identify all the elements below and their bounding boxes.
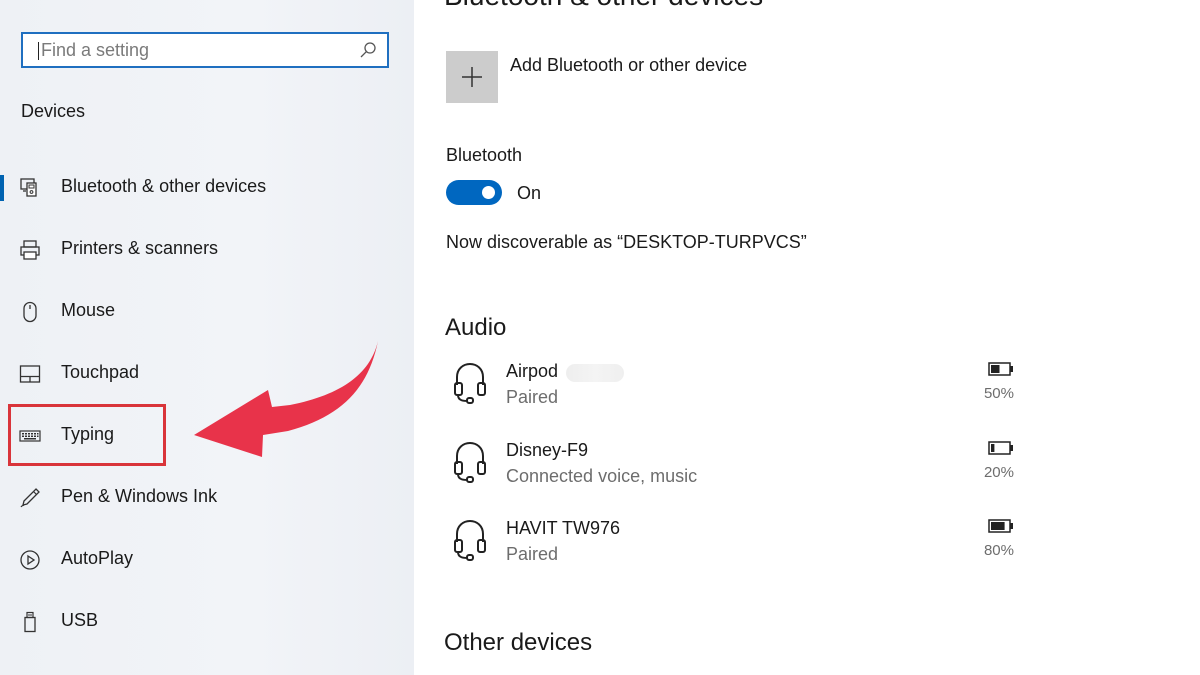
- redacted-text: [566, 364, 624, 382]
- annotation-arrow-icon: [194, 341, 378, 457]
- battery-icon: [988, 519, 1013, 533]
- audio-section-title: Audio: [445, 314, 507, 341]
- sidebar-item-label: Bluetooth & other devices: [61, 176, 267, 196]
- device-status: Connected voice, music: [506, 466, 698, 486]
- usb-icon: [24, 611, 36, 633]
- battery-fill: [991, 522, 1005, 530]
- sidebar-item-label: AutoPlay: [61, 548, 134, 568]
- sidebar-item-bluetooth[interactable]: Bluetooth & other devices: [0, 163, 414, 213]
- mouse-icon: [23, 301, 37, 323]
- device-status: Paired: [506, 387, 559, 407]
- bluetooth-state-label: On: [517, 183, 542, 203]
- section-title: Devices: [21, 101, 86, 121]
- battery-percent: 20%: [983, 464, 1014, 481]
- sidebar-item-printers[interactable]: Printers & scanners: [0, 225, 414, 275]
- audio-device-row[interactable]: Disney-F9 Connected voice, music 20%: [446, 440, 1026, 510]
- sidebar-item-label: Mouse: [61, 300, 116, 320]
- headphones-icon: [454, 441, 486, 483]
- selected-indicator: [0, 175, 4, 201]
- search-icon[interactable]: [359, 41, 377, 59]
- add-device-label[interactable]: Add Bluetooth or other device: [510, 55, 747, 76]
- bluetooth-devices-icon: [20, 178, 37, 197]
- discoverable-text: Now discoverable as “DESKTOP-TURPVCS”: [446, 232, 807, 252]
- other-devices-title: Other devices: [444, 629, 593, 656]
- search-input[interactable]: [39, 34, 351, 66]
- sidebar-item-autoplay[interactable]: AutoPlay: [0, 535, 414, 585]
- sidebar-item-label: USB: [61, 610, 99, 630]
- sidebar-item-usb[interactable]: USB: [0, 597, 414, 647]
- headphones-icon: [454, 519, 486, 561]
- battery-fill: [991, 365, 1000, 373]
- device-name: Airpod: [506, 361, 559, 381]
- printer-icon: [20, 240, 40, 260]
- annotation-highlight-box: [8, 404, 166, 466]
- sidebar-item-label: Touchpad: [61, 362, 140, 382]
- battery-icon: [988, 441, 1013, 455]
- sidebar-item-label: Pen & Windows Ink: [61, 486, 218, 506]
- battery-percent: 80%: [983, 542, 1014, 559]
- toggle-knob: [482, 186, 495, 199]
- device-name: HAVIT TW976: [506, 518, 621, 538]
- autoplay-icon: [20, 550, 40, 570]
- add-device-button[interactable]: [446, 51, 498, 103]
- battery-percent: 50%: [983, 385, 1014, 402]
- battery-icon: [988, 362, 1013, 376]
- bluetooth-label: Bluetooth: [446, 145, 523, 165]
- headphones-icon: [454, 362, 486, 404]
- search-box[interactable]: [21, 32, 389, 68]
- sidebar-item-mouse[interactable]: Mouse: [0, 287, 414, 337]
- pen-icon: [20, 488, 40, 508]
- bluetooth-toggle[interactable]: [446, 180, 502, 205]
- sidebar-item-pen[interactable]: Pen & Windows Ink: [0, 473, 414, 523]
- battery-fill: [991, 444, 995, 452]
- device-status: Paired: [506, 544, 559, 564]
- touchpad-icon: [19, 365, 41, 383]
- plus-icon: [462, 67, 482, 87]
- audio-device-row[interactable]: Airpod Paired 50%: [446, 361, 1026, 431]
- device-name: Disney-F9: [506, 440, 589, 460]
- sidebar-item-label: Printers & scanners: [61, 238, 219, 258]
- page-title: Bluetooth & other devices: [444, 0, 763, 12]
- audio-device-row[interactable]: HAVIT TW976 Paired 80%: [446, 518, 1026, 588]
